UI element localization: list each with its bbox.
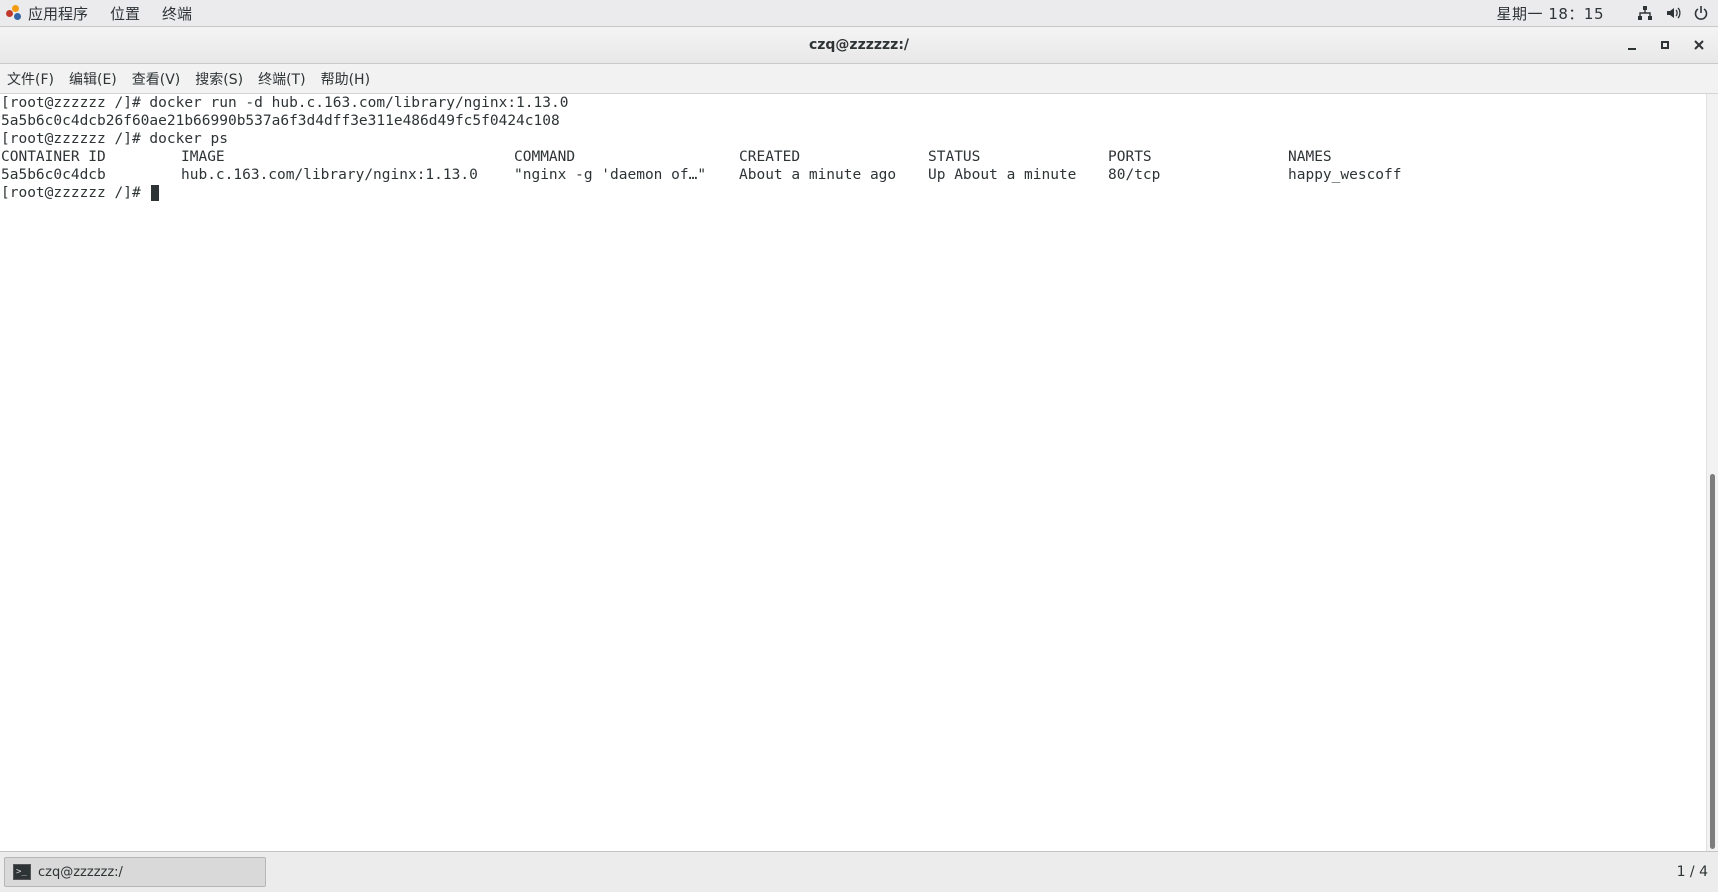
- header-status: STATUS: [928, 149, 981, 165]
- volume-icon[interactable]: [1664, 4, 1682, 22]
- maximize-icon: [1661, 41, 1669, 49]
- menu-help[interactable]: 帮助(H): [321, 69, 370, 89]
- network-icon[interactable]: [1636, 4, 1654, 22]
- taskbar-window-button[interactable]: >_ czq@zzzzzz:/: [4, 857, 266, 887]
- menu-terminal[interactable]: 终端(T): [258, 69, 305, 89]
- terminal-prompt-line: [root@zzzzzz /]#: [1, 184, 160, 202]
- cell-ports: 80/tcp: [1108, 167, 1161, 183]
- cell-created: About a minute ago: [739, 167, 897, 183]
- minimize-icon: [1628, 48, 1636, 50]
- window-titlebar[interactable]: czq@zzzzzz:/: [0, 27, 1718, 64]
- menu-file[interactable]: 文件(F): [7, 69, 54, 89]
- cell-status: Up About a minute: [928, 167, 1077, 183]
- bottom-taskbar: >_ czq@zzzzzz:/ 1 / 4: [0, 851, 1718, 892]
- terminal-line: [root@zzzzzz /]# docker ps: [1, 131, 228, 147]
- top-panel: 应用程序 位置 终端 星期一 18：15: [0, 0, 1718, 27]
- terminal-app-menu[interactable]: 终端: [162, 3, 192, 24]
- terminal-line: [root@zzzzzz /]# docker run -d hub.c.163…: [1, 95, 569, 111]
- scrollbar-thumb[interactable]: [1710, 474, 1715, 849]
- places-menu-label: 位置: [110, 4, 141, 23]
- menu-edit[interactable]: 编辑(E): [69, 69, 117, 89]
- close-button[interactable]: [1687, 33, 1711, 57]
- applications-menu-label: 应用程序: [28, 4, 89, 23]
- cell-image: hub.c.163.com/library/nginx:1.13.0: [181, 167, 478, 183]
- places-menu[interactable]: 位置: [110, 3, 140, 24]
- terminal-output[interactable]: [root@zzzzzz /]# docker run -d hub.c.163…: [0, 94, 1706, 851]
- cell-command: "nginx -g 'daemon of…": [514, 167, 707, 183]
- menu-search[interactable]: 搜索(S): [195, 69, 243, 89]
- window-title: czq@zzzzzz:/: [808, 37, 910, 53]
- applications-icon: [6, 5, 22, 21]
- clock[interactable]: 星期一 18：15: [1497, 3, 1604, 24]
- header-created: CREATED: [739, 149, 801, 165]
- header-command: COMMAND: [514, 149, 576, 165]
- header-container-id: CONTAINER ID: [1, 149, 106, 165]
- terminal-menubar: 文件(F) 编辑(E) 查看(V) 搜索(S) 终端(T) 帮助(H): [0, 64, 1718, 94]
- terminal-app-menu-label: 终端: [162, 4, 193, 23]
- menu-view[interactable]: 查看(V): [132, 69, 181, 89]
- minimize-button[interactable]: [1620, 33, 1644, 57]
- maximize-button[interactable]: [1653, 33, 1677, 57]
- workspace-indicator[interactable]: 1 / 4: [1677, 852, 1708, 892]
- power-icon[interactable]: [1692, 4, 1710, 22]
- terminal-prompt: [root@zzzzzz /]#: [1, 185, 150, 201]
- header-ports: PORTS: [1108, 149, 1152, 165]
- docker-ps-header-row: CONTAINER ID IMAGE COMMAND CREATED STATU…: [1, 148, 1701, 166]
- terminal-icon: >_: [13, 864, 31, 880]
- header-names: NAMES: [1288, 149, 1332, 165]
- docker-ps-row: 5a5b6c0c4dcb hub.c.163.com/library/nginx…: [1, 166, 1701, 184]
- terminal-line: 5a5b6c0c4dcb26f60ae21b66990b537a6f3d4dff…: [1, 113, 560, 129]
- terminal-scrollbar[interactable]: [1706, 94, 1718, 851]
- close-icon: [1694, 40, 1704, 50]
- cell-names: happy_wescoff: [1288, 167, 1402, 183]
- text-cursor: [151, 185, 160, 201]
- header-image: IMAGE: [181, 149, 225, 165]
- applications-menu[interactable]: 应用程序: [6, 3, 88, 24]
- taskbar-window-label: czq@zzzzzz:/: [38, 864, 123, 880]
- cell-container-id: 5a5b6c0c4dcb: [1, 167, 106, 183]
